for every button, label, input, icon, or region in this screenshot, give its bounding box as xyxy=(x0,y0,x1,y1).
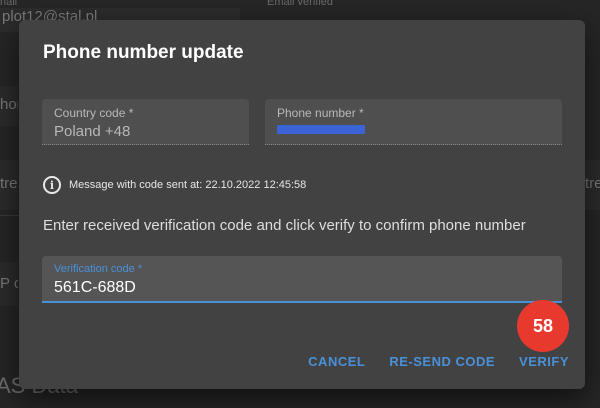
dialog-title: Phone number update xyxy=(43,42,244,63)
verification-code-field[interactable]: Verification code * xyxy=(42,256,562,303)
resend-code-button[interactable]: RE-SEND CODE xyxy=(389,354,495,369)
bg-field-right-1: tre xyxy=(585,160,600,210)
sent-message-text: Message with code sent at: 22.10.2022 12… xyxy=(69,179,307,191)
bg-email-label: nail xyxy=(0,0,18,8)
instruction-text: Enter received verification code and cli… xyxy=(43,217,526,234)
phone-number-redaction xyxy=(277,125,365,134)
count-badge: 58 xyxy=(517,300,569,352)
bg-email-verified-label: Email verified xyxy=(267,0,334,8)
phone-number-label: Phone number * xyxy=(277,106,364,120)
country-code-underline xyxy=(42,144,249,145)
sent-message-row: i Message with code sent at: 22.10.2022 … xyxy=(43,176,306,194)
bg-field-left-2: tre xyxy=(0,160,18,210)
bg-divider xyxy=(0,215,20,216)
phone-number-underline xyxy=(265,144,562,145)
country-code-value: Poland +48 xyxy=(54,123,131,140)
phone-number-field[interactable]: Phone number * xyxy=(265,99,562,145)
bg-field-left-1: hor xyxy=(0,86,18,126)
info-circle-icon: i xyxy=(43,176,61,194)
verification-code-underline xyxy=(42,301,562,303)
bg-field-left-3: P c xyxy=(0,262,18,306)
verification-code-input[interactable] xyxy=(54,278,534,298)
cancel-button[interactable]: CANCEL xyxy=(308,354,365,369)
country-code-label: Country code * xyxy=(54,106,134,120)
verify-button[interactable]: VERIFY xyxy=(519,354,569,369)
phone-update-dialog: Phone number update Country code * Polan… xyxy=(19,20,585,389)
verification-code-label: Verification code * xyxy=(54,263,143,275)
country-code-field[interactable]: Country code * Poland +48 xyxy=(42,99,249,145)
dialog-actions: CANCEL RE-SEND CODE VERIFY xyxy=(308,354,569,369)
